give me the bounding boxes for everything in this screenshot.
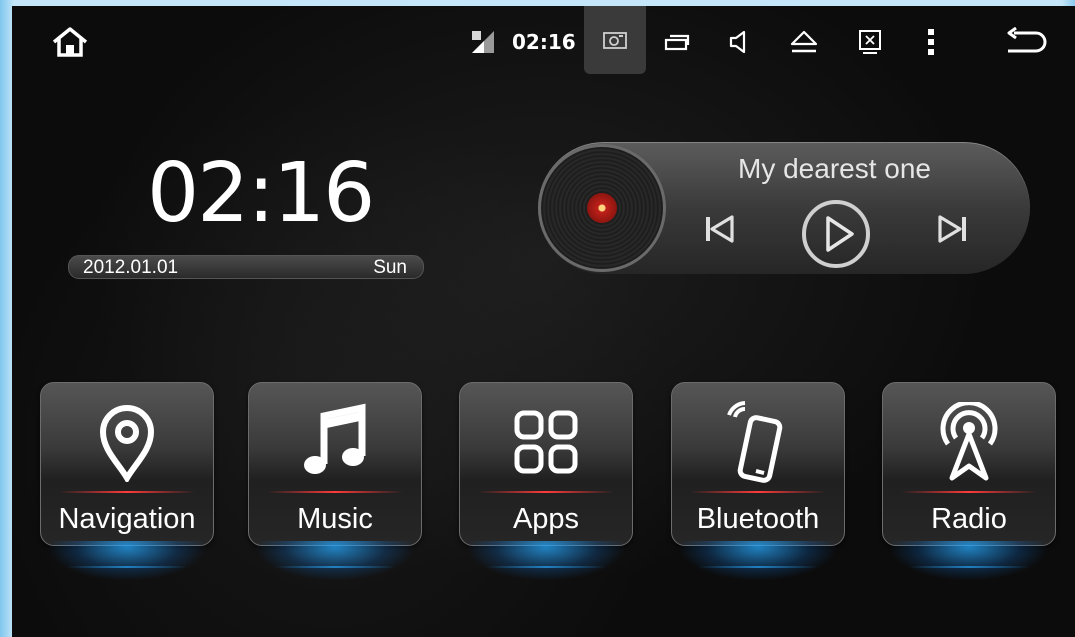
prev-icon[interactable] bbox=[702, 212, 736, 246]
apps-grid-icon bbox=[460, 397, 632, 487]
signal-icon bbox=[468, 26, 498, 58]
app-tile-navigation[interactable]: Navigation bbox=[40, 382, 214, 546]
tile-divider bbox=[690, 491, 826, 493]
tile-divider bbox=[478, 491, 614, 493]
music-note-icon bbox=[249, 397, 421, 487]
day-text: Sun bbox=[373, 257, 407, 278]
date-text: 2012.01.01 bbox=[83, 257, 179, 278]
status-bar: 02:16 bbox=[12, 6, 1075, 76]
tile-glow bbox=[466, 541, 626, 581]
vinyl-record-icon[interactable] bbox=[538, 144, 666, 272]
recent-apps-icon[interactable] bbox=[662, 26, 692, 58]
app-tile-bluetooth[interactable]: Bluetooth bbox=[671, 382, 845, 546]
tile-glow bbox=[47, 541, 207, 581]
back-icon[interactable] bbox=[1002, 26, 1052, 58]
vinyl-label bbox=[587, 193, 617, 223]
close-app-icon[interactable] bbox=[850, 26, 890, 58]
tile-reflection bbox=[698, 566, 818, 568]
screenshot-icon bbox=[603, 32, 627, 49]
app-label: Navigation bbox=[58, 503, 196, 535]
app-label: Apps bbox=[512, 503, 580, 535]
app-label: Bluetooth bbox=[696, 503, 820, 535]
volume-icon[interactable] bbox=[724, 26, 754, 58]
menu-icon[interactable] bbox=[916, 26, 946, 58]
tile-glow bbox=[889, 541, 1049, 581]
app-label: Music bbox=[297, 503, 373, 535]
clock-time: 02:16 bbox=[147, 146, 375, 241]
tile-glow bbox=[678, 541, 838, 581]
home-icon[interactable] bbox=[48, 26, 92, 58]
next-icon[interactable] bbox=[936, 212, 970, 246]
tile-divider bbox=[267, 491, 403, 493]
tile-glow bbox=[255, 541, 415, 581]
play-icon[interactable] bbox=[800, 198, 872, 270]
tile-divider bbox=[901, 491, 1037, 493]
tile-reflection bbox=[67, 566, 187, 568]
app-tile-radio[interactable]: Radio bbox=[882, 382, 1056, 546]
eject-icon[interactable] bbox=[784, 26, 824, 58]
location-pin-icon bbox=[41, 397, 213, 487]
app-tile-music[interactable]: Music bbox=[248, 382, 422, 546]
head-unit-screen: 02:16 02:16 2012.01.01 Sun My dearest on… bbox=[12, 6, 1075, 637]
status-time: 02:16 bbox=[512, 30, 576, 54]
tile-reflection bbox=[275, 566, 395, 568]
phone-icon bbox=[672, 397, 844, 487]
app-tile-apps[interactable]: Apps bbox=[459, 382, 633, 546]
screenshot-button[interactable] bbox=[584, 6, 646, 74]
date-bar: 2012.01.01 Sun bbox=[68, 255, 424, 279]
tile-reflection bbox=[909, 566, 1029, 568]
app-label: Radio bbox=[931, 503, 1007, 535]
song-title: My dearest one bbox=[738, 153, 931, 184]
tile-reflection bbox=[486, 566, 606, 568]
tile-divider bbox=[59, 491, 195, 493]
radio-tower-icon bbox=[883, 397, 1055, 487]
